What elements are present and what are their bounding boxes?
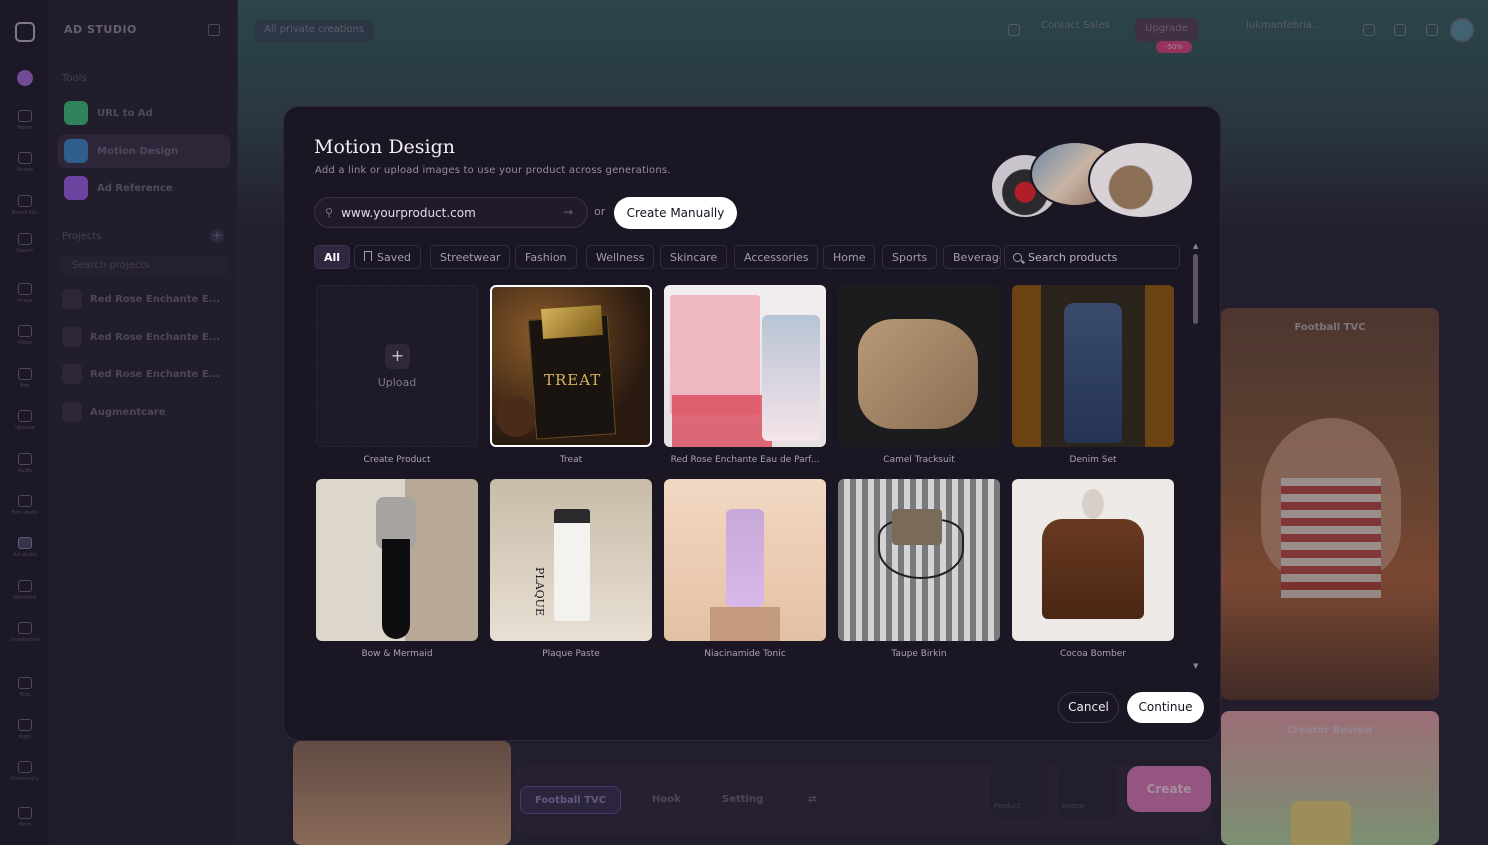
scroll-down-icon[interactable]: ▼ <box>1193 662 1198 670</box>
product-name: Denim Set <box>1069 455 1117 465</box>
modal-subtitle: Add a link or upload images to use your … <box>315 165 671 176</box>
product-card-red-rose[interactable]: Red Rose Enchante Eau de Parf... <box>664 285 826 465</box>
upload-product-card[interactable]: + Upload Create Product <box>316 285 478 465</box>
product-name: Cocoa Bomber <box>1059 649 1127 659</box>
product-card-bow-mermaid[interactable]: Bow & Mermaid <box>316 479 478 659</box>
product-image-red-rose <box>664 285 826 447</box>
category-sports[interactable]: Sports <box>882 245 938 269</box>
continue-button[interactable]: Continue <box>1127 692 1204 723</box>
product-grid-scrollbar[interactable]: ▲ ▼ <box>1191 242 1201 672</box>
product-card-camel-tracksuit[interactable]: Camel Tracksuit <box>838 285 1000 465</box>
product-image-taupe-birkin <box>838 479 1000 641</box>
product-card-niacinamide[interactable]: Niacinamide Tonic <box>664 479 826 659</box>
submit-url-arrow-icon[interactable]: → <box>563 205 573 219</box>
product-name: Niacinamide Tonic <box>704 649 786 659</box>
modal-title: Motion Design <box>314 136 456 158</box>
search-icon <box>1013 252 1022 262</box>
create-product-label: Create Product <box>363 455 431 465</box>
scrollbar-thumb[interactable] <box>1193 254 1198 324</box>
category-streetwear[interactable]: Streetwear <box>430 245 511 269</box>
product-name: Taupe Birkin <box>891 649 947 659</box>
product-card-treat[interactable]: TREAT Treat <box>490 285 652 465</box>
plaque-tube-text: PLAQUE <box>533 567 546 616</box>
category-all[interactable]: All <box>314 245 351 269</box>
product-name: Camel Tracksuit <box>883 455 955 465</box>
search-products-input[interactable] <box>1028 250 1178 264</box>
product-card-taupe-birkin[interactable]: Taupe Birkin <box>838 479 1000 659</box>
product-image-cocoa-bomber <box>1012 479 1174 641</box>
product-image-camel-tracksuit <box>838 285 1000 447</box>
plus-icon: + <box>385 344 410 369</box>
product-name: Plaque Paste <box>542 649 600 659</box>
scroll-up-icon[interactable]: ▲ <box>1193 242 1198 250</box>
category-saved[interactable]: Saved <box>354 245 421 269</box>
product-grid: + Upload Create Product TREAT Treat Red … <box>316 285 1178 675</box>
search-products-field[interactable] <box>1004 245 1180 269</box>
category-skincare[interactable]: Skincare <box>660 245 728 269</box>
or-text: or <box>594 205 606 218</box>
product-name: Bow & Mermaid <box>361 649 433 659</box>
product-image-plaque-paste: PLAQUE <box>490 479 652 641</box>
bookmark-icon <box>364 251 372 261</box>
treat-package-text: TREAT <box>544 371 602 389</box>
product-image-treat: TREAT <box>490 285 652 447</box>
product-image-bow-mermaid <box>316 479 478 641</box>
motion-design-modal: Motion Design Add a link or upload image… <box>283 106 1221 741</box>
category-beverages[interactable]: Beverages <box>943 245 1001 269</box>
product-name: Red Rose Enchante Eau de Parf... <box>670 455 820 465</box>
category-accessories[interactable]: Accessories <box>734 245 819 269</box>
product-url-input[interactable] <box>341 205 552 220</box>
product-image-niacinamide <box>664 479 826 641</box>
product-name: Treat <box>559 455 583 465</box>
create-manually-button[interactable]: Create Manually <box>614 197 737 229</box>
product-card-cocoa-bomber[interactable]: Cocoa Bomber <box>1012 479 1174 659</box>
upload-dropzone[interactable]: + Upload <box>316 285 478 447</box>
category-wellness[interactable]: Wellness <box>586 245 655 269</box>
product-card-denim-set[interactable]: Denim Set <box>1012 285 1174 465</box>
product-url-field[interactable]: ⚲ → <box>314 197 588 228</box>
category-fashion[interactable]: Fashion <box>515 245 577 269</box>
product-card-plaque-paste[interactable]: PLAQUE Plaque Paste <box>490 479 652 659</box>
product-collage-image <box>990 141 1194 219</box>
product-image-denim-set <box>1012 285 1174 447</box>
link-icon: ⚲ <box>325 206 334 219</box>
cancel-button[interactable]: Cancel <box>1058 692 1119 723</box>
upload-label: Upload <box>377 376 417 389</box>
category-home[interactable]: Home <box>823 245 876 269</box>
